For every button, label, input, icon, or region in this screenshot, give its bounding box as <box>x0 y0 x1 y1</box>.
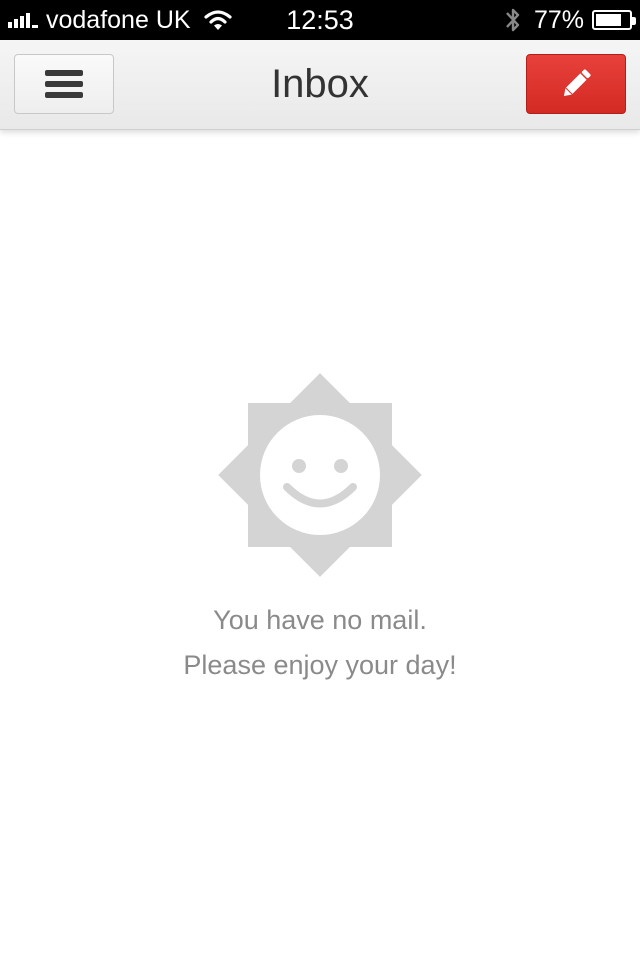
compose-button[interactable] <box>526 54 626 114</box>
menu-button[interactable] <box>14 54 114 114</box>
battery-percent: 77% <box>533 5 584 34</box>
smiling-sun-icon <box>218 373 422 577</box>
bluetooth-icon <box>506 8 520 32</box>
empty-state: You have no mail. Please enjoy your day! <box>0 370 640 688</box>
status-bar: vodafone UK 12:53 77% <box>0 0 640 40</box>
nav-bar: Inbox <box>0 40 640 130</box>
menu-icon <box>45 70 83 98</box>
status-bar-right: 77% <box>504 4 636 36</box>
empty-message-line-1: You have no mail. <box>213 605 427 635</box>
pencil-icon <box>563 69 591 97</box>
battery-icon <box>592 10 636 30</box>
empty-message-line-2: Please enjoy your day! <box>183 650 457 680</box>
battery-fill <box>596 14 621 26</box>
